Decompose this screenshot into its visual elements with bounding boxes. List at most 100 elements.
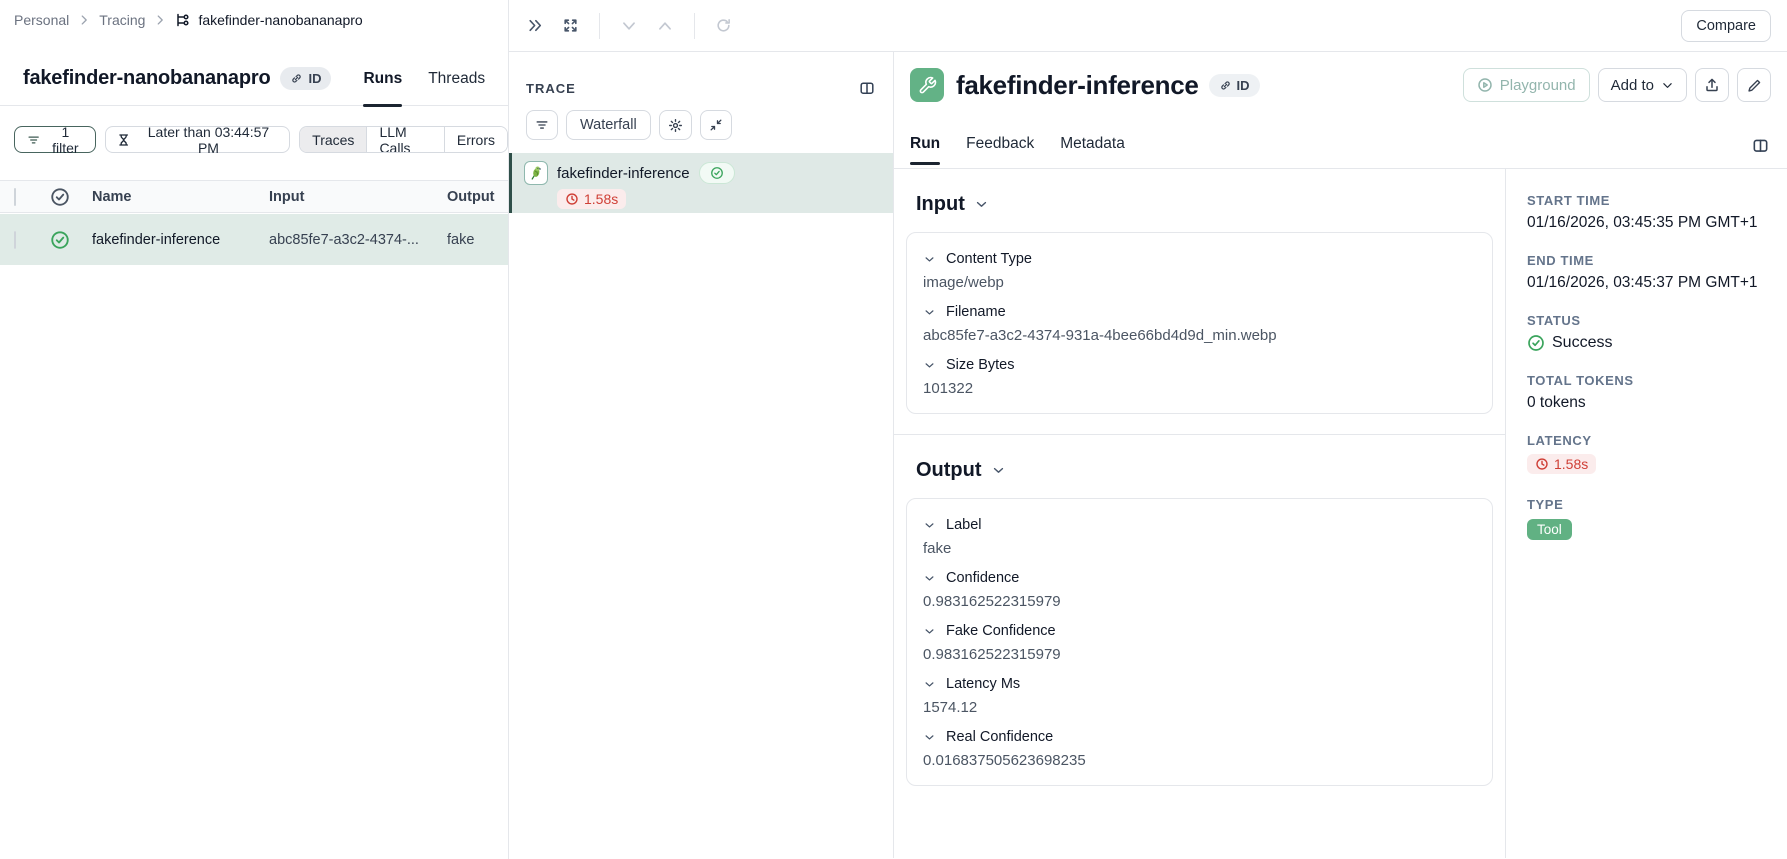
field-toggle[interactable]: Filename xyxy=(923,304,1476,320)
project-id-badge[interactable]: ID xyxy=(280,67,331,90)
output-card: Label fake Confidence 0.98316252 xyxy=(906,498,1493,786)
breadcrumb-project[interactable]: fakefinder-nanobananapro xyxy=(175,12,362,28)
check-circle-icon xyxy=(50,187,70,207)
select-all-checkbox[interactable] xyxy=(14,188,16,206)
panel-toggle-icon xyxy=(859,80,875,96)
table-row[interactable]: fakefinder-inference abc85fe7-a3c2-4374-… xyxy=(0,214,508,265)
trace-settings-button[interactable] xyxy=(659,110,692,140)
field-value: image/webp xyxy=(923,274,1476,291)
clock-icon xyxy=(1535,457,1549,471)
details-panel-toggle-button[interactable] xyxy=(1752,137,1769,154)
project-tabs: Runs Threads Evaluators xyxy=(363,52,508,106)
filter-count-button[interactable]: 1 filter xyxy=(14,126,96,153)
run-type-badge: Tool xyxy=(1527,519,1572,540)
meta-start-time: START TIME 01/16/2026, 03:45:35 PM GMT+1 xyxy=(1527,193,1775,232)
tab-runs[interactable]: Runs xyxy=(363,52,402,106)
expand-icon xyxy=(562,17,579,34)
segment-llm-calls[interactable]: LLM Calls xyxy=(366,127,443,152)
wrench-icon xyxy=(918,76,937,95)
field-toggle[interactable]: Size Bytes xyxy=(923,357,1476,373)
meta-end-time: END TIME 01/16/2026, 03:45:37 PM GMT+1 xyxy=(1527,253,1775,292)
tab-feedback[interactable]: Feedback xyxy=(966,124,1034,164)
collapse-drawer-button[interactable] xyxy=(525,15,546,36)
edit-button[interactable] xyxy=(1737,68,1771,102)
field-key: Content Type xyxy=(946,251,1032,267)
chevron-down-icon xyxy=(620,17,638,35)
field-key: Fake Confidence xyxy=(946,623,1056,639)
project-page: Personal Tracing fakefinder-nanobananapr… xyxy=(0,0,508,859)
field-toggle[interactable]: Real Confidence xyxy=(923,729,1476,745)
meta-value: 0 tokens xyxy=(1527,394,1775,412)
field-toggle[interactable]: Latency Ms xyxy=(923,676,1476,692)
field-key: Filename xyxy=(946,304,1006,320)
status-column-icon xyxy=(50,187,70,207)
trace-filter-button[interactable] xyxy=(526,110,558,140)
output-field-latency-ms: Latency Ms 1574.12 xyxy=(923,676,1476,716)
breadcrumb-personal[interactable]: Personal xyxy=(14,12,69,28)
breadcrumb-tracing[interactable]: Tracing xyxy=(99,12,145,28)
time-filter-button[interactable]: Later than 03:44:57 PM xyxy=(105,126,290,153)
field-toggle[interactable]: Content Type xyxy=(923,251,1476,267)
meta-type: TYPE Tool xyxy=(1527,497,1775,540)
playground-button[interactable]: Playground xyxy=(1463,68,1590,102)
breadcrumb-project-label: fakefinder-nanobananapro xyxy=(198,12,362,28)
output-section-header[interactable]: Output xyxy=(916,459,1493,482)
input-section-header[interactable]: Input xyxy=(916,193,1493,216)
chevron-down-icon xyxy=(923,625,936,638)
chevron-down-icon xyxy=(974,197,989,212)
tab-metadata[interactable]: Metadata xyxy=(1060,124,1125,164)
meta-label: START TIME xyxy=(1527,193,1775,208)
next-run-button[interactable] xyxy=(654,15,676,37)
run-metadata-sidebar: START TIME 01/16/2026, 03:45:35 PM GMT+1… xyxy=(1505,169,1787,858)
breadcrumb: Personal Tracing fakefinder-nanobananapr… xyxy=(14,12,363,28)
success-check-circle-icon xyxy=(710,166,724,180)
output-section-title: Output xyxy=(916,459,982,482)
status-value: Success xyxy=(1552,334,1612,352)
output-field-real-confidence: Real Confidence 0.016837505623698235 xyxy=(923,729,1476,769)
field-toggle[interactable]: Label xyxy=(923,517,1476,533)
row-name: fakefinder-inference xyxy=(92,232,220,248)
segment-errors[interactable]: Errors xyxy=(444,127,507,152)
trace-collapse-button[interactable] xyxy=(700,110,732,140)
share-upload-button[interactable] xyxy=(1695,68,1729,102)
refresh-button[interactable] xyxy=(713,15,734,36)
input-card: Content Type image/webp Filename xyxy=(906,232,1493,414)
field-toggle[interactable]: Confidence xyxy=(923,570,1476,586)
app-root: Personal Tracing fakefinder-nanobananapr… xyxy=(0,0,1787,859)
chevron-down-icon xyxy=(1661,79,1674,92)
chevron-right-icon xyxy=(153,13,167,27)
upload-icon xyxy=(1704,77,1720,93)
previous-run-button[interactable] xyxy=(618,15,640,37)
add-to-button[interactable]: Add to xyxy=(1598,68,1687,102)
run-title: fakefinder-inference xyxy=(956,70,1199,101)
run-id-label: ID xyxy=(1237,78,1250,93)
tab-run[interactable]: Run xyxy=(910,124,940,164)
field-value: 101322 xyxy=(923,380,1476,397)
filter-count-label: 1 filter xyxy=(47,124,83,156)
row-checkbox[interactable] xyxy=(14,231,16,249)
trace-item-latency: 1.58s xyxy=(584,191,618,207)
chevron-down-icon xyxy=(923,572,936,585)
trace-view-select[interactable]: Waterfall xyxy=(566,110,651,140)
input-field-content-type: Content Type image/webp xyxy=(923,251,1476,291)
tab-threads[interactable]: Threads xyxy=(428,52,485,106)
compare-button[interactable]: Compare xyxy=(1681,10,1771,42)
field-key: Latency Ms xyxy=(946,676,1020,692)
run-actions: Playground Add to xyxy=(1463,68,1771,102)
project-icon xyxy=(175,12,191,28)
fullscreen-button[interactable] xyxy=(560,15,581,36)
column-input: Input xyxy=(269,189,304,205)
field-toggle[interactable]: Fake Confidence xyxy=(923,623,1476,639)
field-key: Size Bytes xyxy=(946,357,1015,373)
runs-table-header: Name Input Output xyxy=(0,180,508,213)
project-title-row: fakefinder-nanobananapro ID Runs Threads… xyxy=(0,52,508,106)
run-id-badge[interactable]: ID xyxy=(1209,74,1260,97)
collapse-arrows-icon xyxy=(709,118,723,132)
parrot-icon xyxy=(524,161,548,185)
run-body: Input Content Type image/webp xyxy=(894,169,1787,858)
trace-tree-item[interactable]: fakefinder-inference 1.58s xyxy=(509,153,893,213)
segment-traces[interactable]: Traces xyxy=(300,127,366,152)
trace-panel-toggle-button[interactable] xyxy=(857,78,877,98)
meta-label: STATUS xyxy=(1527,313,1775,328)
add-to-label: Add to xyxy=(1611,77,1654,94)
